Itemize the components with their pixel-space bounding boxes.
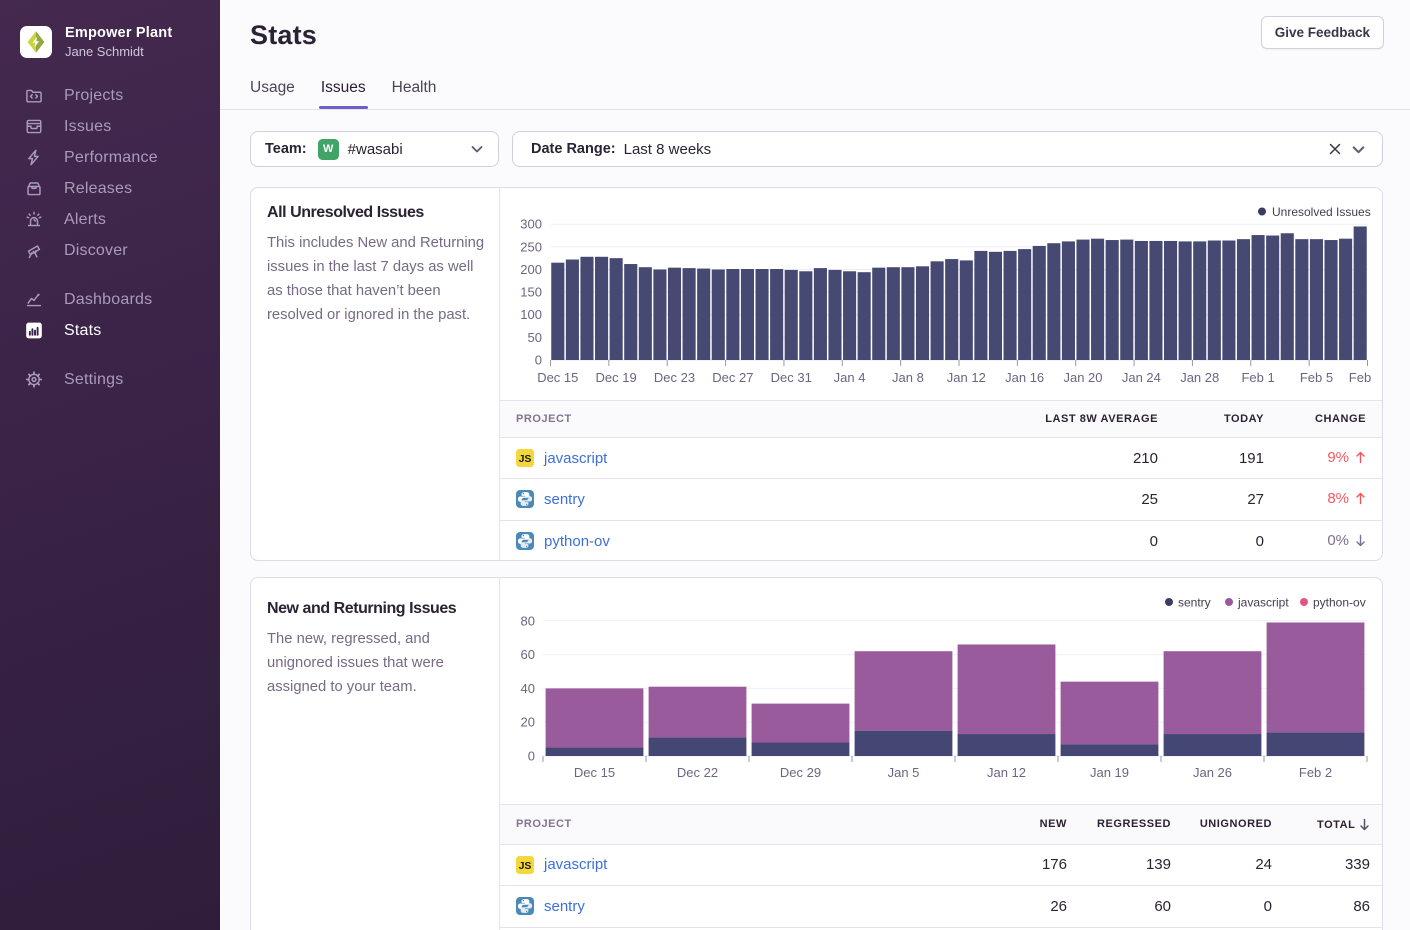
svg-text:0: 0 [528, 749, 535, 764]
svg-text:20: 20 [521, 715, 535, 730]
svg-text:Feb: Feb [1349, 370, 1371, 385]
svg-text:Feb 5: Feb 5 [1300, 370, 1333, 385]
svg-text:javascript: javascript [1237, 596, 1289, 610]
svg-text:Jan 5: Jan 5 [888, 765, 920, 780]
svg-text:300: 300 [520, 217, 542, 232]
svg-text:Dec 15: Dec 15 [574, 765, 615, 780]
svg-text:Jan 8: Jan 8 [892, 370, 924, 385]
svg-text:Dec 29: Dec 29 [780, 765, 821, 780]
svg-text:Jan 16: Jan 16 [1005, 370, 1044, 385]
svg-text:Dec 23: Dec 23 [654, 370, 695, 385]
svg-text:Jan 20: Jan 20 [1063, 370, 1102, 385]
svg-text:100: 100 [520, 307, 542, 322]
svg-text:Jan 26: Jan 26 [1193, 765, 1232, 780]
svg-text:Dec 27: Dec 27 [712, 370, 753, 385]
svg-text:50: 50 [528, 330, 542, 345]
svg-text:sentry: sentry [1178, 596, 1211, 610]
svg-text:60: 60 [521, 647, 535, 662]
svg-text:Unresolved Issues: Unresolved Issues [1272, 205, 1371, 219]
svg-text:JS: JS [519, 453, 532, 465]
svg-text:python-ov: python-ov [1313, 596, 1366, 610]
svg-text:250: 250 [520, 239, 542, 254]
svg-text:0: 0 [535, 353, 542, 368]
svg-text:JS: JS [519, 860, 532, 872]
svg-text:Dec 19: Dec 19 [596, 370, 637, 385]
svg-text:Jan 28: Jan 28 [1180, 370, 1219, 385]
svg-text:Jan 4: Jan 4 [834, 370, 866, 385]
svg-text:Dec 15: Dec 15 [537, 370, 578, 385]
svg-text:Jan 19: Jan 19 [1090, 765, 1129, 780]
svg-text:150: 150 [520, 285, 542, 300]
svg-text:Feb 2: Feb 2 [1299, 765, 1332, 780]
svg-text:40: 40 [521, 681, 535, 696]
svg-text:Dec 22: Dec 22 [677, 765, 718, 780]
svg-text:Dec 31: Dec 31 [771, 370, 812, 385]
svg-text:200: 200 [520, 262, 542, 277]
svg-text:Jan 24: Jan 24 [1122, 370, 1161, 385]
svg-text:Feb 1: Feb 1 [1241, 370, 1274, 385]
svg-text:80: 80 [521, 613, 535, 628]
svg-text:Jan 12: Jan 12 [987, 765, 1026, 780]
svg-text:Jan 12: Jan 12 [947, 370, 986, 385]
